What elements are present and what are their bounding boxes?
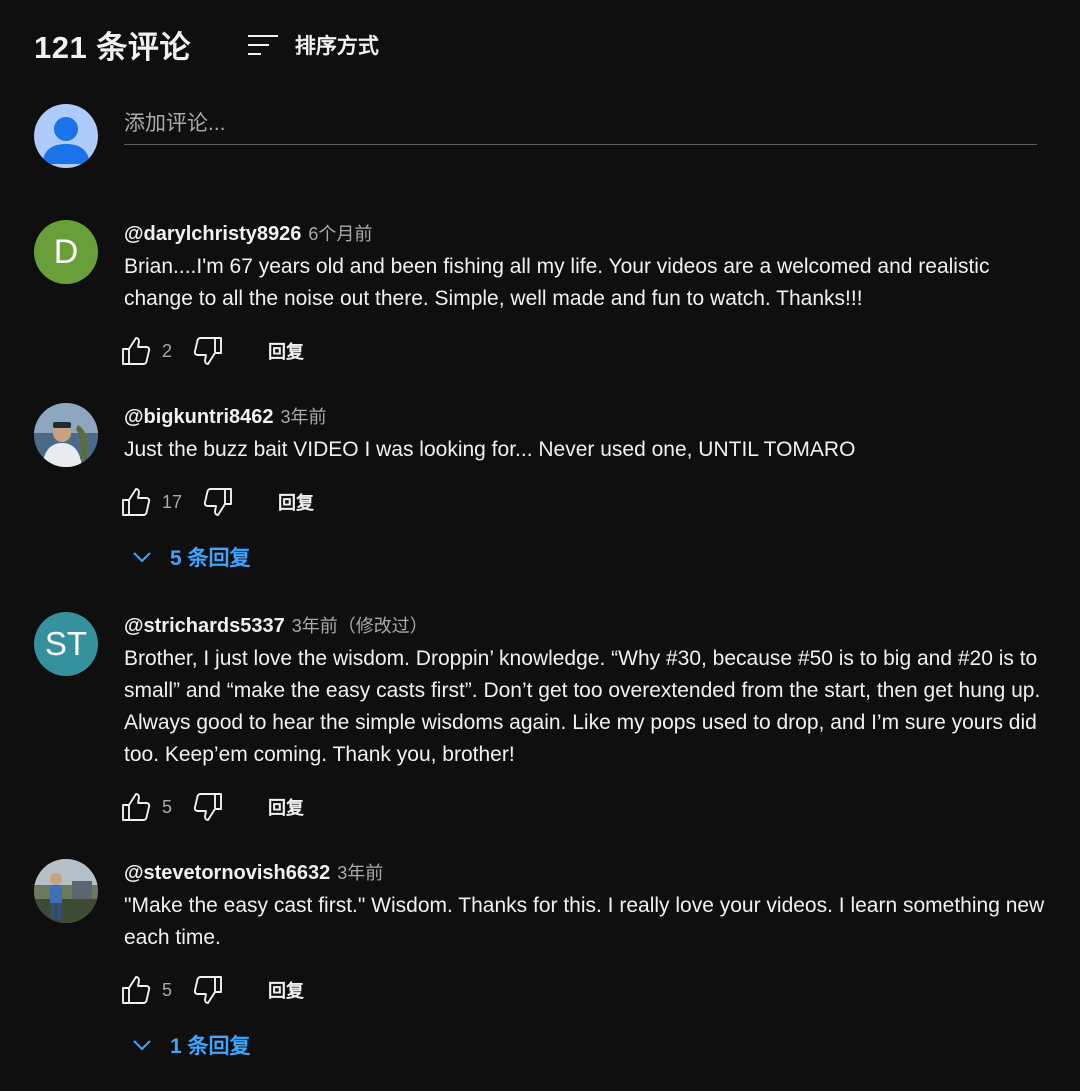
- sort-button[interactable]: 排序方式: [247, 30, 379, 60]
- comment-body: @darylchristy8926 6个月前 Brian....I'm 67 y…: [124, 220, 1064, 315]
- comment-text: Brother, I just love the wisdom. Droppin…: [124, 647, 1041, 766]
- user-photo-icon: [34, 859, 98, 923]
- comment-count: 121 条评论: [34, 30, 191, 65]
- comment-author[interactable]: @darylchristy8926: [124, 223, 301, 246]
- thumbs-down-icon: [203, 488, 232, 516]
- user-photo-icon: [34, 403, 98, 467]
- comment-body: @stevetornovish6632 3年前 "Make the easy c…: [124, 859, 1064, 954]
- like-button[interactable]: [120, 335, 152, 367]
- thumbs-down-icon: [193, 793, 222, 821]
- comment-text: Just the buzz bait VIDEO I was looking f…: [124, 438, 856, 461]
- replies-count: 5 条回复: [170, 547, 251, 570]
- replies-count: 1 条回复: [170, 1035, 251, 1058]
- comment-actions: 5 回复: [120, 973, 304, 1007]
- like-count: 2: [162, 340, 173, 361]
- current-user-avatar: [34, 104, 98, 168]
- comment-actions: 2 回复: [120, 334, 304, 368]
- reply-button[interactable]: 回复: [268, 338, 304, 364]
- avatar[interactable]: [34, 859, 98, 923]
- avatar[interactable]: [34, 403, 98, 467]
- comment-time[interactable]: 3年前: [292, 612, 338, 638]
- view-replies-button[interactable]: 5 条回复: [130, 542, 251, 572]
- person-icon: [42, 117, 90, 164]
- reply-button[interactable]: 回复: [268, 977, 304, 1003]
- add-comment-field[interactable]: [124, 104, 1037, 145]
- dislike-button[interactable]: [192, 791, 224, 823]
- thumbs-up-icon: [122, 337, 151, 365]
- avatar-letter: D: [53, 232, 79, 271]
- comment-time[interactable]: 3年前: [281, 403, 327, 429]
- reply-button[interactable]: 回复: [278, 489, 314, 515]
- sort-label: 排序方式: [294, 34, 379, 58]
- like-count: 17: [162, 491, 183, 512]
- thumbs-up-icon: [122, 976, 151, 1004]
- comments-header: 121 条评论 排序方式: [34, 22, 379, 67]
- comment-author[interactable]: @stevetornovish6632: [124, 862, 330, 885]
- comment-actions: 5 回复: [120, 790, 304, 824]
- comment-body: @strichards5337 3年前 （修改过） Brother, I jus…: [124, 612, 1064, 771]
- dislike-button[interactable]: [192, 335, 224, 367]
- thumbs-up-icon: [122, 488, 151, 516]
- comment-text: Brian....I'm 67 years old and been fishi…: [124, 255, 990, 310]
- comment-time[interactable]: 3年前: [337, 859, 383, 885]
- add-comment-input[interactable]: [124, 112, 1037, 136]
- comment-actions: 17 回复: [120, 485, 314, 519]
- comment-text: "Make the easy cast first." Wisdom. Than…: [124, 894, 1045, 949]
- view-replies-button[interactable]: 1 条回复: [130, 1030, 251, 1060]
- reply-button[interactable]: 回复: [268, 794, 304, 820]
- like-button[interactable]: [120, 486, 152, 518]
- comment-author[interactable]: @strichards5337: [124, 615, 285, 638]
- dislike-button[interactable]: [202, 486, 234, 518]
- thumbs-down-icon: [193, 976, 222, 1004]
- comment-time[interactable]: 6个月前: [308, 220, 372, 246]
- thumbs-down-icon: [193, 337, 222, 365]
- like-count: 5: [162, 979, 173, 1000]
- comment-author[interactable]: @bigkuntri8462: [124, 406, 274, 429]
- sort-icon: [247, 32, 279, 58]
- add-comment-row: [34, 104, 1037, 170]
- edited-label: （修改过）: [337, 616, 428, 636]
- avatar[interactable]: D: [34, 220, 98, 284]
- thumbs-up-icon: [122, 793, 151, 821]
- avatar-letter: ST: [44, 625, 88, 662]
- dislike-button[interactable]: [192, 974, 224, 1006]
- chevron-down-icon: [133, 552, 151, 563]
- like-button[interactable]: [120, 791, 152, 823]
- comment-body: @bigkuntri8462 3年前 Just the buzz bait VI…: [124, 403, 1064, 466]
- like-button[interactable]: [120, 974, 152, 1006]
- like-count: 5: [162, 796, 173, 817]
- chevron-down-icon: [133, 1040, 151, 1051]
- avatar[interactable]: ST: [34, 612, 98, 676]
